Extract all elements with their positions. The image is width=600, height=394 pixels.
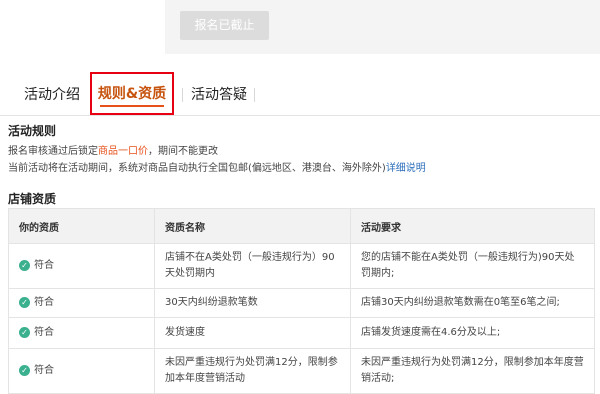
rule-text: 当前活动将在活动期间，系统对商品自动执行全国包邮(偏远地区、港澳台、海外除外): [8, 163, 386, 174]
qualification-name: 未因严重违规行为处罚满12分，限制参加本年度营销活动: [154, 348, 351, 394]
tab-rules-qualification[interactable]: 规则&资质: [90, 72, 174, 115]
tab-activity-qa[interactable]: 活动答疑: [191, 75, 247, 115]
tab-bar: 活动介绍 规则&资质 活动答疑: [0, 72, 600, 116]
rule-text: 报名审核通过后锁定: [8, 146, 98, 157]
table-row: ✓ 符合 未因严重违规行为处罚满12分，限制参加本年度营销活动 未因严重违规行为处…: [8, 348, 595, 394]
status-cell: ✓ 符合: [8, 243, 155, 289]
check-circle-icon: ✓: [19, 327, 30, 338]
status-text: 符合: [34, 296, 54, 308]
shop-qualification-title: 店铺资质: [8, 192, 57, 206]
status-cell: ✓ 符合: [8, 317, 155, 349]
rule-line-price-lock: 报名审核通过后锁定商品一口价，期间不能更改: [8, 142, 218, 157]
status-text: 符合: [34, 259, 54, 271]
qualification-name: 30天内纠纷退款笔数: [154, 288, 351, 318]
qualification-requirement: 店铺发货速度需在4.6分及以上;: [350, 317, 595, 349]
qualification-name: 店铺不在A类处罚（一般违规行为）90天处罚期内: [154, 243, 351, 289]
qualification-table: 你的资质 资质名称 活动要求 ✓ 符合 店铺不在A类处罚（一般违规行为）90天处罚…: [8, 208, 595, 394]
qualification-requirement: 您的店铺不能在A类处罚（一般违规行为)90天处罚期内;: [350, 243, 595, 289]
table-row: ✓ 符合 店铺不在A类处罚（一般违规行为）90天处罚期内 您的店铺不能在A类处罚（…: [8, 243, 595, 289]
table-row: ✓ 符合 发货速度 店铺发货速度需在4.6分及以上;: [8, 317, 595, 349]
qualification-requirement: 未因严重违规行为处罚满12分，限制参加本年度营销活动;: [350, 348, 595, 394]
rules-title: 活动规则: [8, 124, 57, 138]
header-your-qualification: 你的资质: [8, 208, 155, 244]
check-circle-icon: ✓: [19, 260, 30, 271]
qualification-requirement: 店铺30天内纠纷退款笔数需在0笔至6笔之间;: [350, 288, 595, 318]
status-cell: ✓ 符合: [8, 288, 155, 318]
table-header-row: 你的资质 资质名称 活动要求: [8, 208, 595, 244]
fixed-price-highlight: 商品一口价: [98, 146, 148, 157]
rule-text: ，期间不能更改: [148, 146, 218, 157]
table-row: ✓ 符合 30天内纠纷退款笔数 店铺30天内纠纷退款笔数需在0笔至6笔之间;: [8, 288, 595, 318]
check-circle-icon: ✓: [19, 365, 30, 376]
status-cell: ✓ 符合: [8, 348, 155, 394]
rule-line-free-shipping: 当前活动将在活动期间，系统对商品自动执行全国包邮(偏远地区、港澳台、海外除外)详…: [8, 159, 426, 174]
tab-divider: [254, 88, 255, 102]
details-link[interactable]: 详细说明: [386, 163, 426, 174]
status-text: 符合: [34, 364, 54, 376]
tab-divider: [182, 88, 183, 102]
qualification-name: 发货速度: [154, 317, 351, 349]
tab-activity-intro[interactable]: 活动介绍: [24, 75, 80, 115]
registration-closed-button[interactable]: 报名已截止: [180, 11, 269, 40]
header-activity-requirement: 活动要求: [350, 208, 595, 244]
status-text: 符合: [34, 326, 54, 338]
check-circle-icon: ✓: [19, 297, 30, 308]
header-qualification-name: 资质名称: [154, 208, 351, 244]
